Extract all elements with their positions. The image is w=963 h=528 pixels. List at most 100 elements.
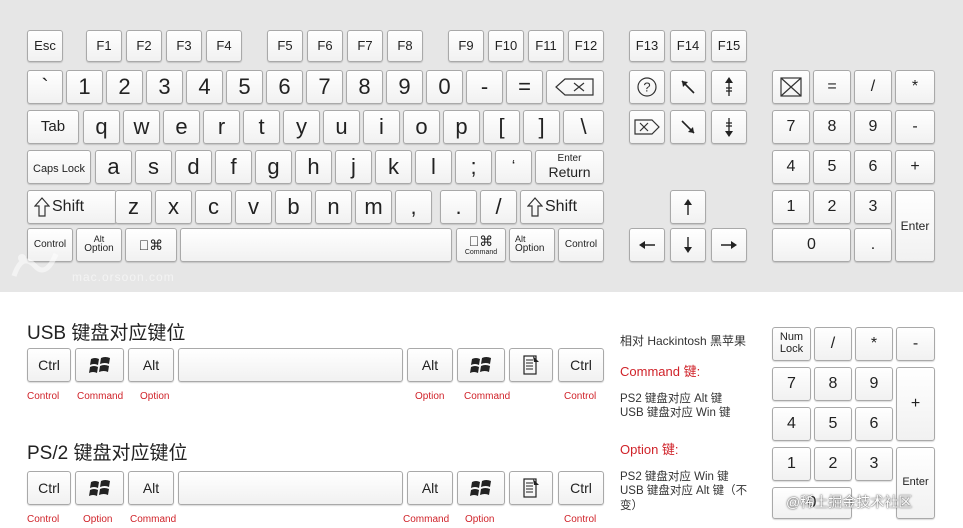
key-caps-lock[interactable]: Caps Lock: [27, 150, 91, 184]
key-f10[interactable]: F10: [488, 30, 524, 62]
key-g[interactable]: g: [255, 150, 292, 184]
key-a[interactable]: a: [95, 150, 132, 184]
key-u[interactable]: u: [323, 110, 360, 144]
numpad-equals[interactable]: =: [813, 70, 851, 104]
key-w[interactable]: w: [123, 110, 160, 144]
key-3[interactable]: 3: [146, 70, 183, 104]
key-f13[interactable]: F13: [629, 30, 665, 62]
key-home[interactable]: [670, 70, 706, 104]
key-tab[interactable]: Tab: [27, 110, 79, 144]
key-arrow-up[interactable]: [670, 190, 706, 224]
pc-numpad-minus[interactable]: -: [896, 327, 935, 361]
key-2[interactable]: 2: [106, 70, 143, 104]
numpad-enter[interactable]: Enter: [895, 190, 935, 262]
usb-ctrl-right-key[interactable]: Ctrl: [558, 348, 604, 382]
key-z[interactable]: z: [115, 190, 152, 224]
key-end[interactable]: [670, 110, 706, 144]
key-4[interactable]: 4: [186, 70, 223, 104]
numpad-decimal[interactable]: .: [854, 228, 892, 262]
key-f7[interactable]: F7: [347, 30, 383, 62]
key-f15[interactable]: F15: [711, 30, 747, 62]
numpad-9[interactable]: 9: [854, 110, 892, 144]
key-b[interactable]: b: [275, 190, 312, 224]
numpad-2[interactable]: 2: [813, 190, 851, 224]
key-option-right[interactable]: Alt Option: [509, 228, 555, 262]
pc-numpad-5[interactable]: 5: [814, 407, 852, 441]
key-arrow-left[interactable]: [629, 228, 665, 262]
ps2-ctrl-right-key[interactable]: Ctrl: [558, 471, 604, 505]
numpad-7[interactable]: 7: [772, 110, 810, 144]
numpad-3[interactable]: 3: [854, 190, 892, 224]
key-m[interactable]: m: [355, 190, 392, 224]
key-s[interactable]: s: [135, 150, 172, 184]
key-left-bracket[interactable]: [: [483, 110, 520, 144]
pc-numpad-1[interactable]: 1: [772, 447, 811, 481]
key-l[interactable]: l: [415, 150, 452, 184]
key-9[interactable]: 9: [386, 70, 423, 104]
key-f[interactable]: f: [215, 150, 252, 184]
key-h[interactable]: h: [295, 150, 332, 184]
key-f12[interactable]: F12: [568, 30, 604, 62]
usb-space-key[interactable]: [178, 348, 403, 382]
ps2-space-key[interactable]: [178, 471, 403, 505]
key-minus[interactable]: -: [466, 70, 503, 104]
pc-numpad-8[interactable]: 8: [814, 367, 852, 401]
usb-alt-right-key[interactable]: Alt: [407, 348, 453, 382]
key-semicolon[interactable]: ;: [455, 150, 492, 184]
key-backslash[interactable]: \: [563, 110, 604, 144]
key-arrow-right[interactable]: [711, 228, 747, 262]
key-r[interactable]: r: [203, 110, 240, 144]
pc-numpad-7[interactable]: 7: [772, 367, 811, 401]
key-right-bracket[interactable]: ]: [523, 110, 560, 144]
ps2-alt-right-key[interactable]: Alt: [407, 471, 453, 505]
key-equals[interactable]: =: [506, 70, 543, 104]
key-shift-left[interactable]: Shift: [27, 190, 117, 224]
pc-numpad-6[interactable]: 6: [855, 407, 893, 441]
usb-win-right-key[interactable]: [457, 348, 505, 382]
key-f5[interactable]: F5: [267, 30, 303, 62]
key-i[interactable]: i: [363, 110, 400, 144]
pc-numpad-divide[interactable]: /: [814, 327, 852, 361]
key-quote[interactable]: ‘: [495, 150, 532, 184]
ps2-win-right-key[interactable]: [457, 471, 505, 505]
key-arrow-down[interactable]: [670, 228, 706, 262]
key-command-right[interactable]: ⌘ Command: [456, 228, 506, 262]
key-f2[interactable]: F2: [126, 30, 162, 62]
key-f8[interactable]: F8: [387, 30, 423, 62]
key-control-right[interactable]: Control: [558, 228, 604, 262]
key-page-up[interactable]: [711, 70, 747, 104]
key-slash[interactable]: /: [480, 190, 517, 224]
key-delete[interactable]: [546, 70, 604, 104]
key-forward-delete[interactable]: [629, 110, 665, 144]
key-0[interactable]: 0: [426, 70, 463, 104]
pc-numpad-plus[interactable]: +: [896, 367, 935, 441]
numpad-minus[interactable]: -: [895, 110, 935, 144]
key-space[interactable]: [180, 228, 452, 262]
numpad-5[interactable]: 5: [813, 150, 851, 184]
key-period[interactable]: .: [440, 190, 477, 224]
key-f4[interactable]: F4: [206, 30, 242, 62]
numpad-0[interactable]: 0: [772, 228, 851, 262]
pc-numpad-9[interactable]: 9: [855, 367, 893, 401]
key-c[interactable]: c: [195, 190, 232, 224]
key-f3[interactable]: F3: [166, 30, 202, 62]
ps2-win-left-key[interactable]: [75, 471, 124, 505]
key-page-down[interactable]: [711, 110, 747, 144]
key-x[interactable]: x: [155, 190, 192, 224]
key-f6[interactable]: F6: [307, 30, 343, 62]
pc-numpad-2[interactable]: 2: [814, 447, 852, 481]
key-v[interactable]: v: [235, 190, 272, 224]
key-clear[interactable]: [772, 70, 810, 104]
usb-win-left-key[interactable]: [75, 348, 124, 382]
numpad-8[interactable]: 8: [813, 110, 851, 144]
numpad-1[interactable]: 1: [772, 190, 810, 224]
key-f9[interactable]: F9: [448, 30, 484, 62]
numpad-4[interactable]: 4: [772, 150, 810, 184]
numpad-6[interactable]: 6: [854, 150, 892, 184]
key-f11[interactable]: F11: [528, 30, 564, 62]
key-comma[interactable]: ,: [395, 190, 432, 224]
ps2-menu-key[interactable]: [509, 471, 553, 505]
usb-ctrl-left-key[interactable]: Ctrl: [27, 348, 71, 382]
key-t[interactable]: t: [243, 110, 280, 144]
key-help[interactable]: ?: [629, 70, 665, 104]
